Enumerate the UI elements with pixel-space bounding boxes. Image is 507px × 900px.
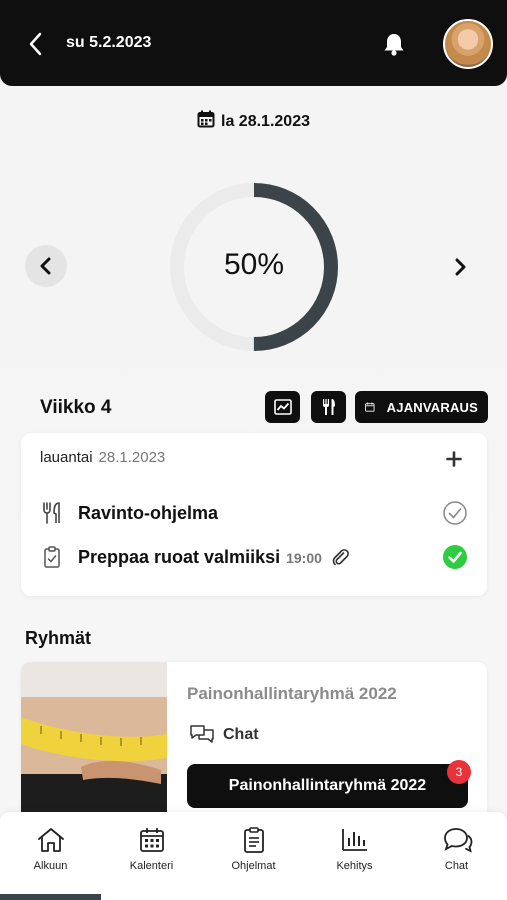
weekday-label: lauantai (40, 449, 93, 466)
current-date: su 5.2.2023 (66, 34, 152, 51)
booking-button[interactable]: AJANVARAUS (355, 391, 488, 423)
chevron-right-icon (455, 258, 466, 276)
add-task-button[interactable] (446, 447, 462, 473)
bottom-navigation: Alkuun Kalenteri Ohjelmat Kehitys Chat (0, 812, 507, 900)
nav-item-programs[interactable]: Ohjelmat (203, 826, 304, 872)
check-circle-filled-icon[interactable] (442, 544, 468, 570)
day-card-date: 28.1.2023 (98, 449, 166, 466)
chat-icon (190, 725, 214, 743)
nav-label: Kalenteri (129, 860, 174, 872)
group-chat-label: Chat (223, 726, 259, 743)
task-time: 19:00 (286, 550, 322, 566)
task-item[interactable]: Preppaa ruoat valmiiksi 19:00 (40, 543, 470, 573)
avatar[interactable] (443, 19, 493, 69)
nav-label: Ohjelmat (231, 860, 276, 872)
chevron-left-icon (40, 257, 51, 275)
booking-label: AJANVARAUS (386, 399, 478, 415)
task-label: Preppaa ruoat valmiiksi 19:00 (78, 547, 350, 568)
nav-label: Alkuun (33, 860, 68, 872)
task-item[interactable]: Ravinto-ohjelma (40, 499, 470, 529)
plus-icon (446, 451, 462, 467)
group-card[interactable]: Painonhallintaryhmä 2022 Chat Painonhall… (21, 662, 487, 822)
back-button[interactable] (26, 30, 48, 58)
nav-item-home[interactable]: Alkuun (0, 826, 101, 872)
calendar-icon (197, 110, 215, 128)
check-circle-outline-icon[interactable] (442, 500, 468, 526)
day-card: lauantai 28.1.2023 Ravinto-ohjelma Preppa… (21, 433, 487, 596)
clipboard-list-icon (243, 827, 264, 853)
next-day-button[interactable] (450, 255, 470, 279)
chat-icon (443, 828, 472, 853)
paperclip-icon[interactable] (330, 547, 350, 567)
nav-label: Kehitys (336, 860, 373, 872)
active-tab-indicator (0, 894, 101, 900)
nav-item-calendar[interactable]: Kalenteri (101, 826, 202, 872)
measuring-tape-image (21, 717, 167, 784)
chart-icon (273, 399, 292, 415)
day-card-header: lauantai 28.1.2023 (40, 449, 165, 466)
bell-icon (384, 34, 404, 56)
nav-label: Chat (444, 860, 469, 872)
previous-day-button[interactable] (25, 245, 67, 287)
progress-chart-button[interactable] (265, 391, 300, 423)
nav-item-progress[interactable]: Kehitys (304, 826, 405, 872)
top-bar: su 5.2.2023 (0, 0, 507, 86)
clipboard-icon (44, 546, 60, 568)
nav-item-chat[interactable]: Chat (406, 826, 507, 872)
task-label: Ravinto-ohjelma (78, 503, 219, 523)
cutlery-icon (322, 399, 335, 415)
selected-day-label: la 28.1.2023 (221, 113, 310, 130)
notification-badge: 3 (447, 760, 471, 784)
cutlery-icon (43, 502, 60, 524)
calendar-icon (139, 828, 164, 852)
calendar-icon (365, 402, 375, 412)
group-name: Painonhallintaryhmä 2022 (187, 684, 397, 703)
progress-label: 50% (223, 248, 285, 281)
notifications-button[interactable] (382, 31, 406, 57)
group-chat-link[interactable]: Chat (189, 724, 259, 746)
groups-title: Ryhmät (25, 628, 92, 648)
bar-chart-icon (341, 829, 367, 851)
chevron-left-icon (29, 32, 42, 56)
open-group-button[interactable]: Painonhallintaryhmä 2022 (187, 764, 468, 808)
week-title: Viikko 4 (40, 397, 112, 418)
selected-day: la 28.1.2023 (0, 110, 507, 131)
nutrition-button[interactable] (311, 391, 346, 423)
group-image (21, 662, 167, 822)
home-icon (37, 828, 64, 852)
